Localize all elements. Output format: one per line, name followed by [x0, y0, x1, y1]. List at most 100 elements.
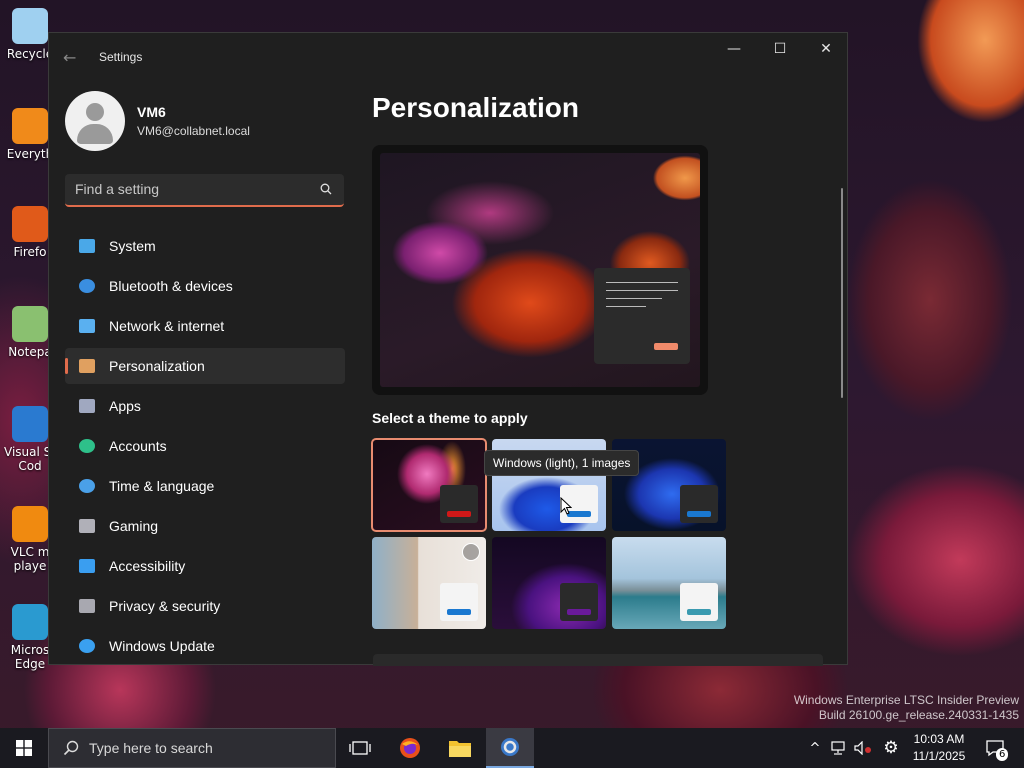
content-scrollbar[interactable]	[841, 188, 843, 398]
gear-icon: ⚙	[883, 738, 899, 758]
network-tray-button[interactable]	[828, 728, 848, 768]
main-content: Personalization Select a theme to apply	[371, 83, 832, 664]
desktop-app-icon	[12, 206, 48, 242]
shield-icon	[77, 596, 97, 616]
settings-window: ← Settings — ☐ ✕ VM6 VM6@collabnet.local…	[48, 32, 848, 665]
sidebar-item-network-internet[interactable]: Network & internet	[65, 308, 345, 344]
taskbar-search-box[interactable]: Type here to search	[48, 728, 336, 768]
theme-section-label: Select a theme to apply	[372, 410, 528, 426]
theme-window-sample	[680, 485, 718, 523]
desktop-app-icon	[12, 604, 48, 640]
taskbar-search-placeholder: Type here to search	[89, 740, 213, 756]
theme-window-sample	[440, 583, 478, 621]
volume-muted-icon	[854, 741, 871, 755]
apps-icon	[77, 396, 97, 416]
accessibility-icon	[77, 556, 97, 576]
sidebar-item-apps[interactable]: Apps	[65, 388, 345, 424]
update-icon	[77, 636, 97, 656]
sidebar-item-label: Windows Update	[109, 638, 215, 654]
sidebar-item-label: Apps	[109, 398, 141, 414]
brush-icon	[77, 356, 97, 376]
folder-icon	[449, 741, 471, 757]
desktop-app-icon	[12, 8, 48, 44]
close-button[interactable]: ✕	[803, 33, 847, 65]
taskbar: Type here to search ^ ⚙ 10:03 AM 11/1/20…	[0, 728, 1024, 768]
user-name: VM6	[137, 104, 166, 120]
clock-time: 10:03 AM	[913, 732, 965, 746]
chevron-up-icon: ^	[809, 740, 821, 756]
wallpaper-preview-image	[380, 153, 700, 387]
desktop-app-icon	[12, 108, 48, 144]
sidebar-item-gaming[interactable]: Gaming	[65, 508, 345, 544]
accounts-icon	[77, 436, 97, 456]
firefox-icon	[400, 738, 420, 758]
theme-window-sample	[560, 583, 598, 621]
sidebar-item-label: Accessibility	[109, 558, 186, 574]
theme-accent-bar	[447, 511, 471, 517]
system-icon	[77, 236, 97, 256]
search-icon[interactable]	[320, 183, 332, 195]
minimize-button[interactable]: —	[711, 33, 757, 65]
theme-captured-motion[interactable]	[612, 537, 726, 629]
page-title: Personalization	[372, 92, 579, 123]
theme-glow[interactable]	[371, 438, 487, 532]
globe-icon	[77, 476, 97, 496]
notification-count-badge: 6	[996, 748, 1009, 761]
volume-tray-button[interactable]	[852, 728, 874, 768]
maximize-button[interactable]: ☐	[757, 33, 803, 65]
avatar	[65, 91, 125, 151]
file-explorer-taskbar-button[interactable]	[436, 728, 484, 768]
show-hidden-icons-button[interactable]: ^	[806, 728, 824, 768]
back-arrow-icon[interactable]: ←	[63, 49, 81, 67]
desktop-app-icon	[12, 306, 48, 342]
find-setting-search	[65, 174, 344, 207]
sidebar-item-label: Gaming	[109, 518, 159, 534]
wifi-icon	[77, 316, 97, 336]
taskbar-clock[interactable]: 10:03 AM 11/1/2025	[910, 731, 968, 765]
sidebar-item-bluetooth-devices[interactable]: Bluetooth & devices	[65, 268, 345, 304]
sidebar-item-time-language[interactable]: Time & language	[65, 468, 345, 504]
watermark-line-1: Windows Enterprise LTSC Insider Preview	[793, 693, 1019, 707]
theme-window-sample	[440, 485, 478, 523]
sidebar-item-privacy-security[interactable]: Privacy & security	[65, 588, 345, 624]
gamepad-icon	[77, 516, 97, 536]
sidebar-item-accounts[interactable]: Accounts	[65, 428, 345, 464]
settings-gear-icon	[501, 738, 519, 756]
theme-accent-bar	[447, 609, 471, 615]
desktop-app-icon	[12, 406, 48, 442]
sidebar-item-label: System	[109, 238, 156, 254]
sidebar-item-accessibility[interactable]: Accessibility	[65, 548, 345, 584]
clock-date: 11/1/2025	[912, 749, 966, 763]
theme-spotlight[interactable]	[372, 537, 486, 629]
theme-preview	[372, 145, 708, 395]
sidebar-item-label: Privacy & security	[109, 598, 221, 614]
os-watermark: Windows Enterprise LTSC Insider Preview …	[794, 693, 1019, 723]
start-button[interactable]	[0, 728, 48, 768]
theme-tooltip: Windows (light), 1 images	[484, 450, 640, 476]
bluetooth-icon	[77, 276, 97, 296]
spotlight-icon	[462, 543, 480, 561]
network-icon	[831, 741, 845, 755]
sidebar-item-label: Bluetooth & devices	[109, 278, 233, 294]
firefox-taskbar-button[interactable]	[386, 728, 434, 768]
mouse-cursor-icon	[560, 497, 572, 515]
preview-window-sample	[594, 268, 690, 364]
sidebar-item-windows-update[interactable]: Windows Update	[65, 628, 345, 664]
sidebar-item-system[interactable]: System	[65, 228, 345, 264]
sidebar-item-personalization[interactable]: Personalization	[65, 348, 345, 384]
task-view-button[interactable]	[336, 728, 384, 768]
theme-flow[interactable]	[492, 537, 606, 629]
settings-taskbar-button[interactable]	[486, 728, 534, 768]
theme-accent-bar	[687, 511, 711, 517]
theme-window-sample	[680, 583, 718, 621]
search-input[interactable]	[65, 174, 305, 204]
notification-center-button[interactable]: 6	[978, 728, 1012, 768]
settings-tray-button[interactable]: ⚙	[878, 728, 904, 768]
title-bar[interactable]: ← Settings — ☐ ✕	[49, 33, 847, 83]
sidebar-item-label: Time & language	[109, 478, 215, 494]
user-profile[interactable]: VM6 VM6@collabnet.local	[65, 91, 250, 151]
theme-accent-bar	[687, 609, 711, 615]
windows-logo-icon	[16, 740, 32, 756]
next-settings-card[interactable]	[373, 654, 823, 666]
sidebar-item-label: Personalization	[109, 358, 205, 374]
